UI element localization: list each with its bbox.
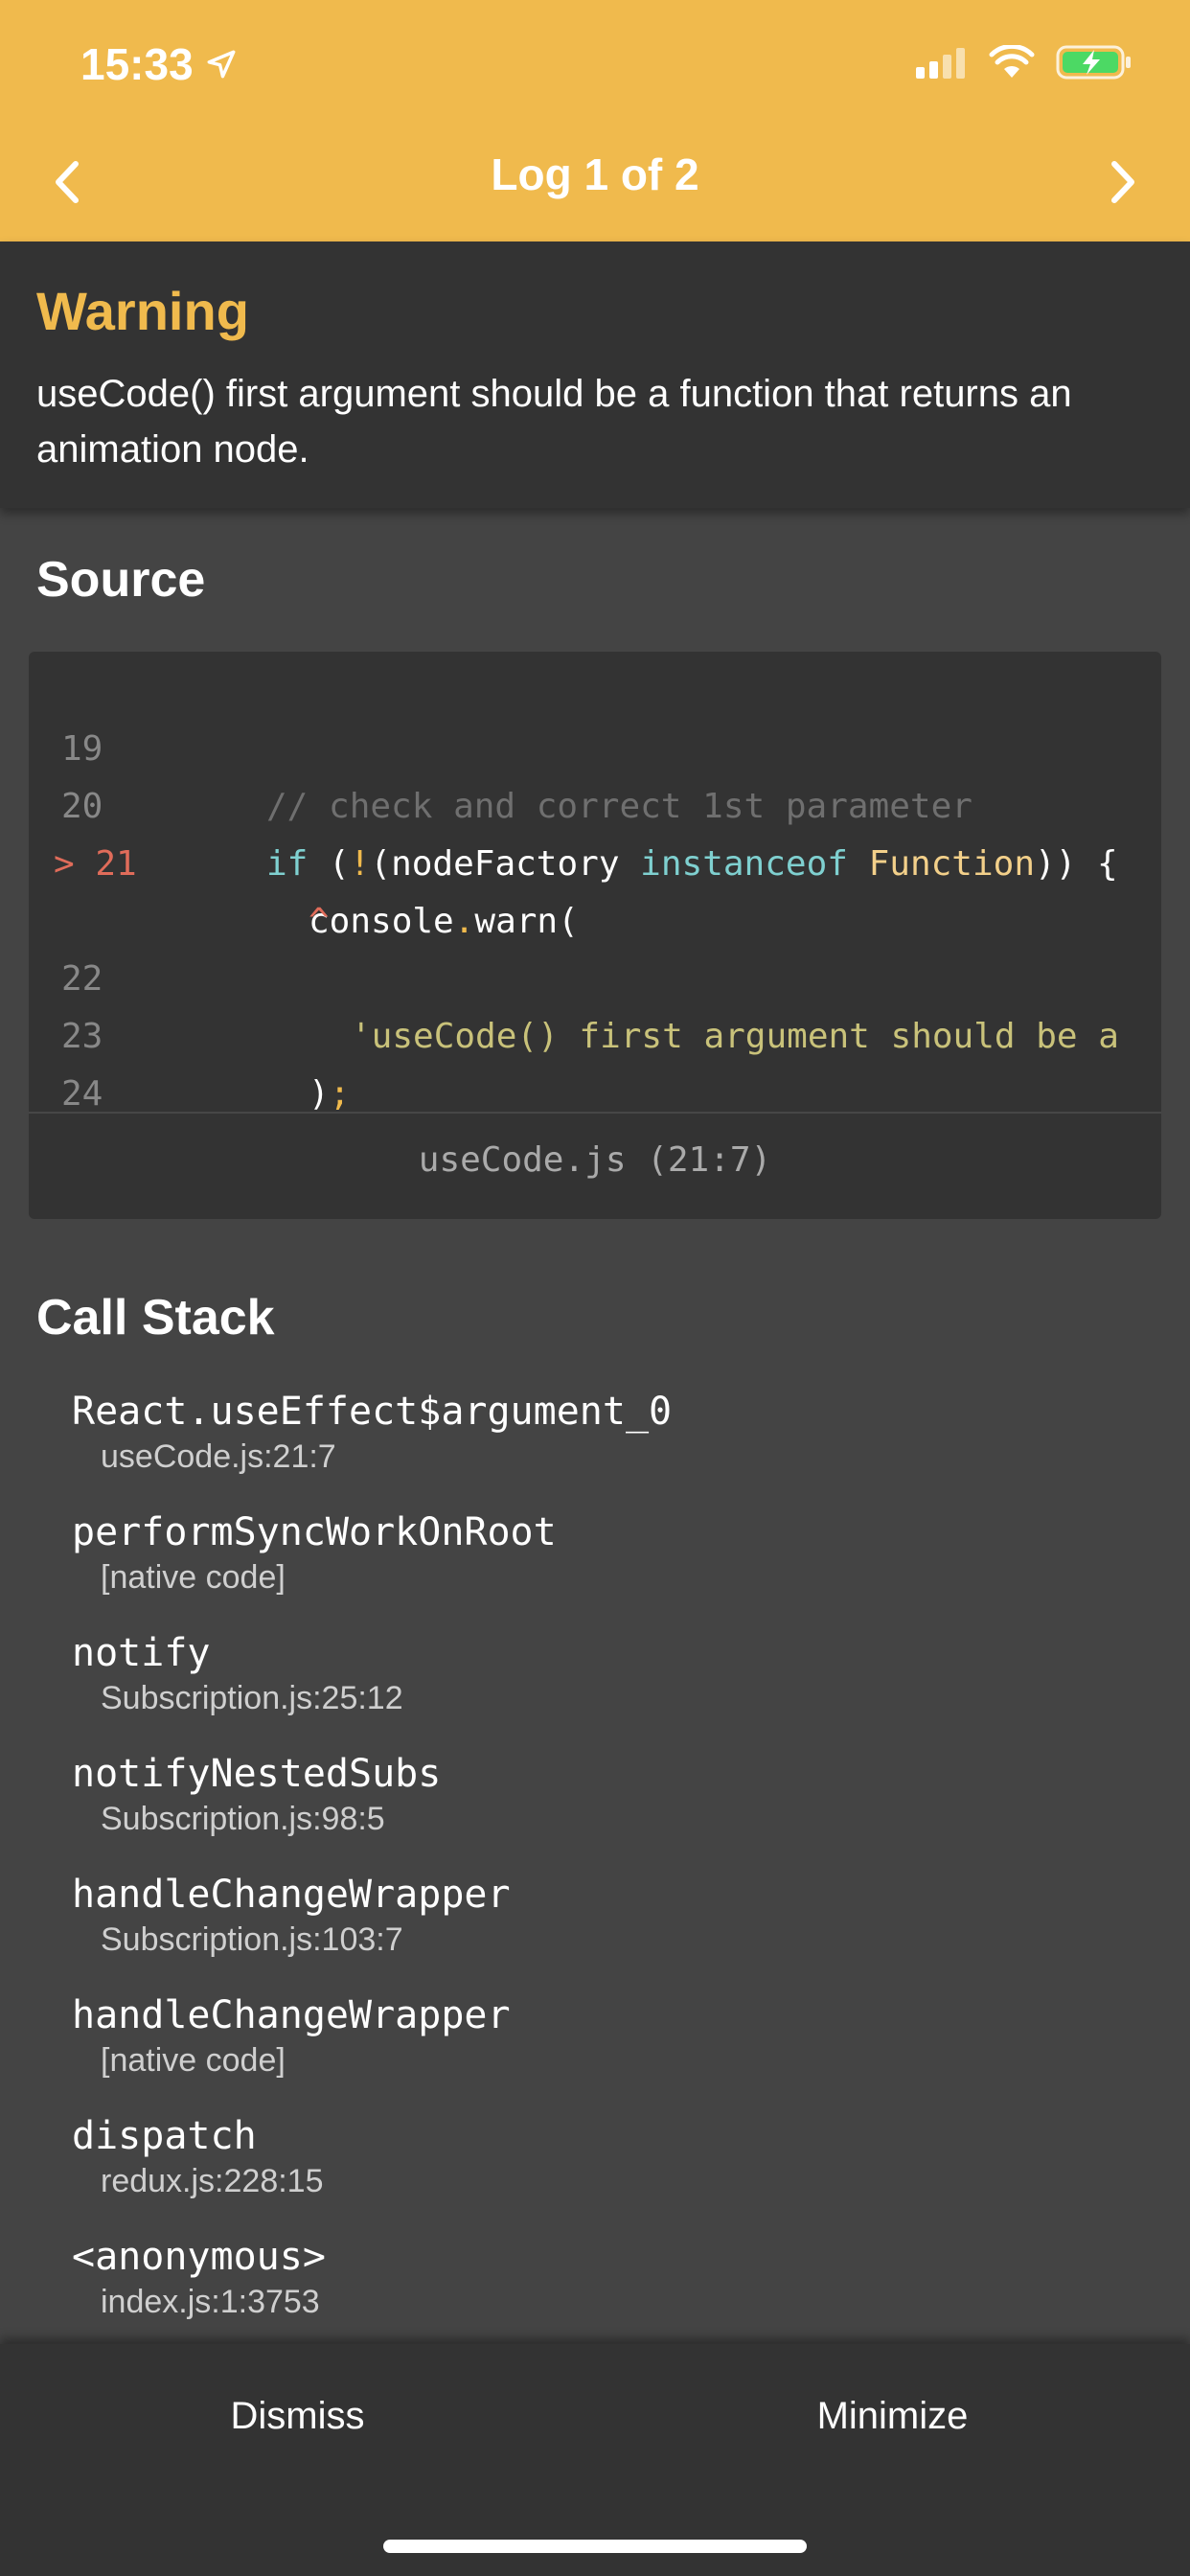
stack-frame[interactable]: handleChangeWrapper Subscription.js:103:… (72, 1871, 511, 1961)
code-line: 19 // check and correct 1st parameter (29, 663, 973, 826)
battery-charging-icon (1056, 45, 1131, 80)
code-line: 22 'useCode() first argument should be a (29, 893, 1119, 1056)
stack-frame[interactable]: <anonymous> index.js:1:3753 (72, 2233, 326, 2323)
stack-frame-name: <anonymous> (72, 2235, 326, 2279)
stack-frame[interactable]: notify Subscription.js:25:12 (72, 1629, 403, 1719)
code-text: if (!(nodeFactory instanceof Function)) … (266, 844, 1118, 884)
code-text: console.warn( (309, 902, 579, 941)
stack-frame[interactable]: performSyncWorkOnRoot [native code] (72, 1508, 557, 1598)
call-stack-section-title: Call Stack (36, 1290, 275, 1346)
header-bar: 15:33 Log 1 of 2 (0, 0, 1190, 242)
code-text: ); (309, 1074, 351, 1114)
stack-frame-name: notify (72, 1631, 211, 1675)
status-bar-icons (916, 44, 1133, 80)
stack-frame-name: notifyNestedSubs (72, 1752, 442, 1796)
stack-frame-name: handleChangeWrapper (72, 1993, 511, 2037)
code-line: 20 if (!(nodeFactory instanceof Function… (29, 721, 1118, 884)
minimize-button[interactable]: Minimize (595, 2344, 1190, 2488)
source-section-title: Source (36, 552, 206, 608)
code-text: // check and correct 1st parameter (266, 787, 973, 826)
code-line: 23 ); (29, 951, 350, 1114)
stack-frame-name: React.useEffect$argument_0 (72, 1390, 673, 1434)
next-log-button[interactable] (1094, 153, 1152, 211)
stack-frame[interactable]: notifyNestedSubs Subscription.js:98:5 (72, 1750, 441, 1840)
status-bar-time: 15:33 (80, 38, 238, 90)
stack-frame-location: Subscription.js:25:12 (101, 1680, 403, 1716)
stack-frame-location: Subscription.js:103:7 (101, 1921, 403, 1958)
stack-frame-location: [native code] (101, 1559, 286, 1596)
stack-frame[interactable]: dispatch redux.js:228:15 (72, 2112, 324, 2202)
line-number: 24 (61, 1074, 103, 1114)
code-text: 'useCode() first argument should be a (351, 1017, 1119, 1056)
error-caret: ^ (309, 902, 330, 941)
stack-frame-location: index.js:1:3753 (101, 2284, 320, 2320)
code-line-highlighted: > 21 console.warn( (29, 778, 579, 941)
code-line: 24 (29, 1008, 112, 1114)
home-indicator[interactable] (383, 2540, 807, 2553)
chevron-right-icon (1111, 161, 1134, 203)
stack-frame[interactable]: handleChangeWrapper [native code] (72, 1991, 511, 2082)
log-counter-title: Log 1 of 2 (491, 150, 699, 199)
status-time-text: 15:33 (80, 39, 194, 89)
warning-message: useCode() first argument should be a fun… (36, 373, 1072, 471)
warning-level-label: Warning (36, 281, 249, 341)
stack-frame[interactable]: React.useEffect$argument_0 useCode.js:21… (72, 1388, 672, 1478)
location-arrow-icon (207, 50, 236, 79)
dismiss-button[interactable]: Dismiss (0, 2344, 595, 2488)
stack-frame-location: [native code] (101, 2042, 286, 2079)
stack-frame-name: performSyncWorkOnRoot (72, 1510, 557, 1554)
code-line-caret: ^ (29, 836, 330, 941)
stack-frame-location: useCode.js:21:7 (101, 1438, 336, 1475)
wifi-icon (989, 45, 1035, 78)
stack-frame-name: handleChangeWrapper (72, 1873, 511, 1917)
code-frame[interactable]: 19 // check and correct 1st parameter 20… (29, 652, 1161, 1219)
stack-frame-name: dispatch (72, 2114, 257, 2158)
cellular-signal-icon (916, 48, 965, 79)
source-file-location[interactable]: useCode.js (21:7) (29, 1140, 1161, 1180)
stack-frame-location: Subscription.js:98:5 (101, 1801, 385, 1837)
code-divider (29, 1112, 1161, 1114)
stack-frame-location: redux.js:228:15 (101, 2163, 324, 2199)
warning-banner: Warning useCode() first argument should … (0, 242, 1190, 508)
